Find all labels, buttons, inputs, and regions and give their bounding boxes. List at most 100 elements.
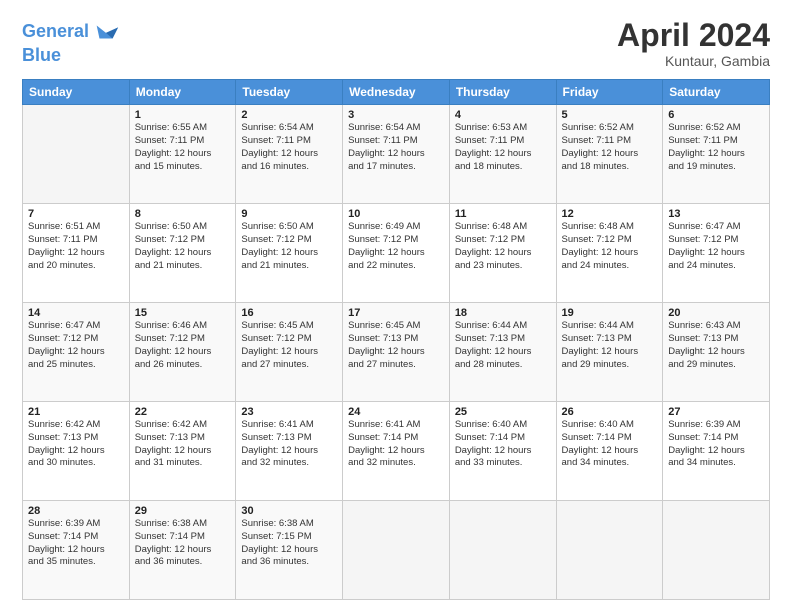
logo-icon bbox=[92, 18, 120, 46]
day-info: Sunrise: 6:41 AM Sunset: 7:14 PM Dayligh… bbox=[348, 419, 444, 470]
day-number: 6 bbox=[668, 109, 764, 121]
day-number: 16 bbox=[241, 307, 337, 319]
calendar-cell: 18Sunrise: 6:44 AM Sunset: 7:13 PM Dayli… bbox=[449, 303, 556, 402]
day-info: Sunrise: 6:50 AM Sunset: 7:12 PM Dayligh… bbox=[241, 221, 337, 272]
calendar-cell: 13Sunrise: 6:47 AM Sunset: 7:12 PM Dayli… bbox=[663, 204, 770, 303]
logo: General Blue bbox=[22, 18, 120, 66]
day-number: 11 bbox=[455, 208, 551, 220]
calendar-cell: 21Sunrise: 6:42 AM Sunset: 7:13 PM Dayli… bbox=[23, 402, 130, 501]
location: Kuntaur, Gambia bbox=[617, 53, 770, 69]
calendar-cell: 6Sunrise: 6:52 AM Sunset: 7:11 PM Daylig… bbox=[663, 105, 770, 204]
day-number: 22 bbox=[135, 406, 231, 418]
calendar-cell: 8Sunrise: 6:50 AM Sunset: 7:12 PM Daylig… bbox=[129, 204, 236, 303]
day-info: Sunrise: 6:50 AM Sunset: 7:12 PM Dayligh… bbox=[135, 221, 231, 272]
day-info: Sunrise: 6:51 AM Sunset: 7:11 PM Dayligh… bbox=[28, 221, 124, 272]
calendar-cell: 23Sunrise: 6:41 AM Sunset: 7:13 PM Dayli… bbox=[236, 402, 343, 501]
day-number: 30 bbox=[241, 505, 337, 517]
calendar-cell: 22Sunrise: 6:42 AM Sunset: 7:13 PM Dayli… bbox=[129, 402, 236, 501]
day-info: Sunrise: 6:41 AM Sunset: 7:13 PM Dayligh… bbox=[241, 419, 337, 470]
calendar-cell: 20Sunrise: 6:43 AM Sunset: 7:13 PM Dayli… bbox=[663, 303, 770, 402]
calendar-cell: 28Sunrise: 6:39 AM Sunset: 7:14 PM Dayli… bbox=[23, 501, 130, 600]
calendar-cell: 11Sunrise: 6:48 AM Sunset: 7:12 PM Dayli… bbox=[449, 204, 556, 303]
day-info: Sunrise: 6:52 AM Sunset: 7:11 PM Dayligh… bbox=[562, 122, 658, 173]
day-number: 13 bbox=[668, 208, 764, 220]
calendar-cell: 16Sunrise: 6:45 AM Sunset: 7:12 PM Dayli… bbox=[236, 303, 343, 402]
calendar-cell: 15Sunrise: 6:46 AM Sunset: 7:12 PM Dayli… bbox=[129, 303, 236, 402]
day-number: 7 bbox=[28, 208, 124, 220]
day-info: Sunrise: 6:43 AM Sunset: 7:13 PM Dayligh… bbox=[668, 320, 764, 371]
calendar-week-5: 28Sunrise: 6:39 AM Sunset: 7:14 PM Dayli… bbox=[23, 501, 770, 600]
day-number: 28 bbox=[28, 505, 124, 517]
page: General Blue April 2024 Kuntaur, Gambia bbox=[0, 0, 792, 612]
day-info: Sunrise: 6:39 AM Sunset: 7:14 PM Dayligh… bbox=[28, 518, 124, 569]
calendar-cell: 26Sunrise: 6:40 AM Sunset: 7:14 PM Dayli… bbox=[556, 402, 663, 501]
day-info: Sunrise: 6:45 AM Sunset: 7:13 PM Dayligh… bbox=[348, 320, 444, 371]
calendar-cell: 1Sunrise: 6:55 AM Sunset: 7:11 PM Daylig… bbox=[129, 105, 236, 204]
day-info: Sunrise: 6:38 AM Sunset: 7:14 PM Dayligh… bbox=[135, 518, 231, 569]
month-title: April 2024 bbox=[617, 18, 770, 53]
day-number: 1 bbox=[135, 109, 231, 121]
day-info: Sunrise: 6:52 AM Sunset: 7:11 PM Dayligh… bbox=[668, 122, 764, 173]
day-info: Sunrise: 6:48 AM Sunset: 7:12 PM Dayligh… bbox=[455, 221, 551, 272]
day-number: 29 bbox=[135, 505, 231, 517]
calendar-cell: 12Sunrise: 6:48 AM Sunset: 7:12 PM Dayli… bbox=[556, 204, 663, 303]
day-info: Sunrise: 6:46 AM Sunset: 7:12 PM Dayligh… bbox=[135, 320, 231, 371]
day-info: Sunrise: 6:40 AM Sunset: 7:14 PM Dayligh… bbox=[455, 419, 551, 470]
calendar-header-friday: Friday bbox=[556, 80, 663, 105]
day-number: 20 bbox=[668, 307, 764, 319]
calendar-cell: 24Sunrise: 6:41 AM Sunset: 7:14 PM Dayli… bbox=[343, 402, 450, 501]
day-number: 21 bbox=[28, 406, 124, 418]
day-number: 26 bbox=[562, 406, 658, 418]
day-info: Sunrise: 6:42 AM Sunset: 7:13 PM Dayligh… bbox=[28, 419, 124, 470]
day-number: 15 bbox=[135, 307, 231, 319]
day-info: Sunrise: 6:38 AM Sunset: 7:15 PM Dayligh… bbox=[241, 518, 337, 569]
day-info: Sunrise: 6:44 AM Sunset: 7:13 PM Dayligh… bbox=[455, 320, 551, 371]
calendar-cell: 19Sunrise: 6:44 AM Sunset: 7:13 PM Dayli… bbox=[556, 303, 663, 402]
day-info: Sunrise: 6:40 AM Sunset: 7:14 PM Dayligh… bbox=[562, 419, 658, 470]
day-number: 9 bbox=[241, 208, 337, 220]
calendar-header-wednesday: Wednesday bbox=[343, 80, 450, 105]
calendar-cell bbox=[449, 501, 556, 600]
calendar-header-saturday: Saturday bbox=[663, 80, 770, 105]
day-number: 3 bbox=[348, 109, 444, 121]
day-number: 23 bbox=[241, 406, 337, 418]
calendar-header-thursday: Thursday bbox=[449, 80, 556, 105]
day-number: 24 bbox=[348, 406, 444, 418]
calendar-cell: 30Sunrise: 6:38 AM Sunset: 7:15 PM Dayli… bbox=[236, 501, 343, 600]
calendar-cell: 2Sunrise: 6:54 AM Sunset: 7:11 PM Daylig… bbox=[236, 105, 343, 204]
calendar-header-tuesday: Tuesday bbox=[236, 80, 343, 105]
day-number: 2 bbox=[241, 109, 337, 121]
day-info: Sunrise: 6:47 AM Sunset: 7:12 PM Dayligh… bbox=[28, 320, 124, 371]
day-number: 8 bbox=[135, 208, 231, 220]
calendar-body: 1Sunrise: 6:55 AM Sunset: 7:11 PM Daylig… bbox=[23, 105, 770, 600]
calendar-week-2: 7Sunrise: 6:51 AM Sunset: 7:11 PM Daylig… bbox=[23, 204, 770, 303]
calendar-cell: 17Sunrise: 6:45 AM Sunset: 7:13 PM Dayli… bbox=[343, 303, 450, 402]
calendar-cell: 5Sunrise: 6:52 AM Sunset: 7:11 PM Daylig… bbox=[556, 105, 663, 204]
calendar-cell: 14Sunrise: 6:47 AM Sunset: 7:12 PM Dayli… bbox=[23, 303, 130, 402]
calendar-cell bbox=[23, 105, 130, 204]
day-number: 12 bbox=[562, 208, 658, 220]
day-info: Sunrise: 6:47 AM Sunset: 7:12 PM Dayligh… bbox=[668, 221, 764, 272]
day-info: Sunrise: 6:55 AM Sunset: 7:11 PM Dayligh… bbox=[135, 122, 231, 173]
calendar-cell: 9Sunrise: 6:50 AM Sunset: 7:12 PM Daylig… bbox=[236, 204, 343, 303]
calendar-cell: 10Sunrise: 6:49 AM Sunset: 7:12 PM Dayli… bbox=[343, 204, 450, 303]
calendar-cell: 25Sunrise: 6:40 AM Sunset: 7:14 PM Dayli… bbox=[449, 402, 556, 501]
day-info: Sunrise: 6:54 AM Sunset: 7:11 PM Dayligh… bbox=[348, 122, 444, 173]
day-info: Sunrise: 6:48 AM Sunset: 7:12 PM Dayligh… bbox=[562, 221, 658, 272]
day-info: Sunrise: 6:54 AM Sunset: 7:11 PM Dayligh… bbox=[241, 122, 337, 173]
day-number: 10 bbox=[348, 208, 444, 220]
logo-text-blue: Blue bbox=[22, 46, 61, 66]
calendar-cell: 27Sunrise: 6:39 AM Sunset: 7:14 PM Dayli… bbox=[663, 402, 770, 501]
day-number: 19 bbox=[562, 307, 658, 319]
day-info: Sunrise: 6:39 AM Sunset: 7:14 PM Dayligh… bbox=[668, 419, 764, 470]
title-block: April 2024 Kuntaur, Gambia bbox=[617, 18, 770, 69]
calendar-header-sunday: Sunday bbox=[23, 80, 130, 105]
day-info: Sunrise: 6:49 AM Sunset: 7:12 PM Dayligh… bbox=[348, 221, 444, 272]
calendar-week-1: 1Sunrise: 6:55 AM Sunset: 7:11 PM Daylig… bbox=[23, 105, 770, 204]
day-info: Sunrise: 6:44 AM Sunset: 7:13 PM Dayligh… bbox=[562, 320, 658, 371]
calendar-header-row: SundayMondayTuesdayWednesdayThursdayFrid… bbox=[23, 80, 770, 105]
header: General Blue April 2024 Kuntaur, Gambia bbox=[22, 18, 770, 69]
day-number: 25 bbox=[455, 406, 551, 418]
day-info: Sunrise: 6:45 AM Sunset: 7:12 PM Dayligh… bbox=[241, 320, 337, 371]
calendar-cell bbox=[343, 501, 450, 600]
